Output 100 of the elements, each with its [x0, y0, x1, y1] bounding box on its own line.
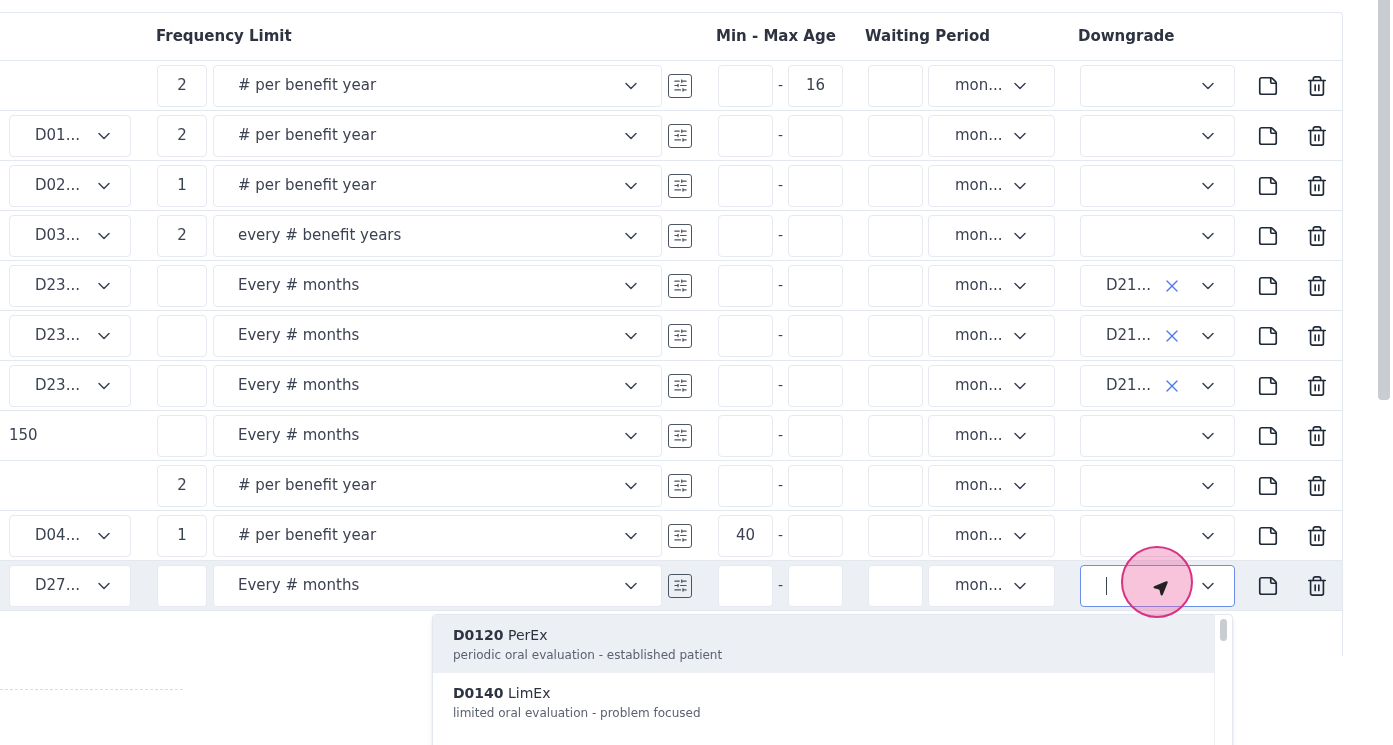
waiting-period-field[interactable]	[868, 464, 923, 507]
scrollbar-thumb[interactable]	[1378, 0, 1390, 400]
code-select[interactable]: D23...	[9, 264, 131, 307]
count-field[interactable]: 2	[157, 214, 207, 257]
count-field[interactable]	[157, 564, 207, 607]
frequency-select[interactable]: # per benefit year	[213, 114, 662, 157]
waiting-period-field[interactable]	[868, 314, 923, 357]
period-unit-select[interactable]: mon...	[928, 364, 1055, 407]
note-icon[interactable]	[1257, 474, 1279, 497]
min-age-field[interactable]	[718, 364, 773, 407]
note-icon[interactable]	[1257, 324, 1279, 347]
count-field[interactable]	[157, 314, 207, 357]
delete-icon[interactable]	[1306, 124, 1328, 147]
period-unit-select[interactable]: mon...	[928, 564, 1055, 607]
period-unit-select[interactable]: mon...	[928, 64, 1055, 107]
delete-icon[interactable]	[1306, 374, 1328, 397]
min-age-field[interactable]	[718, 464, 773, 507]
note-icon[interactable]	[1257, 124, 1279, 147]
frequency-select[interactable]: # per benefit year	[213, 514, 662, 557]
count-field[interactable]: 2	[157, 114, 207, 157]
max-age-field[interactable]	[788, 264, 843, 307]
period-unit-select[interactable]: mon...	[928, 214, 1055, 257]
count-field[interactable]	[157, 264, 207, 307]
downgrade-select[interactable]	[1080, 564, 1235, 607]
scrollbar-thumb[interactable]	[1220, 619, 1227, 641]
note-icon[interactable]	[1257, 524, 1279, 547]
settings-icon[interactable]	[668, 373, 692, 398]
max-age-field[interactable]	[788, 514, 843, 557]
count-field[interactable]: 1	[157, 514, 207, 557]
note-icon[interactable]	[1257, 574, 1279, 597]
settings-icon[interactable]	[668, 523, 692, 548]
code-select[interactable]: D27...	[9, 564, 131, 607]
frequency-select[interactable]: Every # months	[213, 264, 662, 307]
frequency-select[interactable]: Every # months	[213, 414, 662, 457]
frequency-select[interactable]: every # benefit years	[213, 214, 662, 257]
waiting-period-field[interactable]	[868, 214, 923, 257]
period-unit-select[interactable]: mon...	[928, 464, 1055, 507]
min-age-field[interactable]	[718, 64, 773, 107]
settings-icon[interactable]	[668, 423, 692, 448]
downgrade-select[interactable]: D21...	[1080, 364, 1235, 407]
note-icon[interactable]	[1257, 74, 1279, 97]
frequency-select[interactable]: Every # months	[213, 314, 662, 357]
waiting-period-field[interactable]	[868, 164, 923, 207]
waiting-period-field[interactable]	[868, 114, 923, 157]
waiting-period-field[interactable]	[868, 414, 923, 457]
code-select[interactable]: D04...	[9, 514, 131, 557]
code-select[interactable]: D23...	[9, 314, 131, 357]
delete-icon[interactable]	[1306, 424, 1328, 447]
note-icon[interactable]	[1257, 174, 1279, 197]
delete-icon[interactable]	[1306, 474, 1328, 497]
max-age-field[interactable]	[788, 314, 843, 357]
dropdown-option[interactable]: D0120 PerEx periodic oral evaluation - established patient	[433, 615, 1214, 673]
settings-icon[interactable]	[668, 123, 692, 148]
settings-icon[interactable]	[668, 573, 692, 598]
period-unit-select[interactable]: mon...	[928, 164, 1055, 207]
delete-icon[interactable]	[1306, 174, 1328, 197]
settings-icon[interactable]	[668, 73, 692, 98]
period-unit-select[interactable]: mon...	[928, 314, 1055, 357]
waiting-period-field[interactable]	[868, 514, 923, 557]
max-age-field[interactable]	[788, 414, 843, 457]
delete-icon[interactable]	[1306, 74, 1328, 97]
count-field[interactable]	[157, 414, 207, 457]
waiting-period-field[interactable]	[868, 264, 923, 307]
downgrade-select[interactable]: D21...	[1080, 264, 1235, 307]
max-age-field[interactable]	[788, 114, 843, 157]
note-icon[interactable]	[1257, 224, 1279, 247]
min-age-field[interactable]	[718, 114, 773, 157]
waiting-period-field[interactable]	[868, 364, 923, 407]
count-field[interactable]: 2	[157, 64, 207, 107]
min-age-field[interactable]	[718, 214, 773, 257]
max-age-field[interactable]	[788, 464, 843, 507]
period-unit-select[interactable]: mon...	[928, 264, 1055, 307]
settings-icon[interactable]	[668, 473, 692, 498]
waiting-period-field[interactable]	[868, 64, 923, 107]
count-field[interactable]: 1	[157, 164, 207, 207]
settings-icon[interactable]	[668, 323, 692, 348]
max-age-field[interactable]: 16	[788, 64, 843, 107]
code-select[interactable]: D03...	[9, 214, 131, 257]
max-age-field[interactable]	[788, 164, 843, 207]
min-age-field[interactable]	[718, 314, 773, 357]
frequency-select[interactable]: Every # months	[213, 364, 662, 407]
note-icon[interactable]	[1257, 274, 1279, 297]
code-select[interactable]: D01...	[9, 114, 131, 157]
note-icon[interactable]	[1257, 424, 1279, 447]
frequency-select[interactable]: Every # months	[213, 564, 662, 607]
delete-icon[interactable]	[1306, 274, 1328, 297]
max-age-field[interactable]	[788, 364, 843, 407]
min-age-field[interactable]	[718, 414, 773, 457]
period-unit-select[interactable]: mon...	[928, 114, 1055, 157]
delete-icon[interactable]	[1306, 324, 1328, 347]
min-age-field[interactable]	[718, 164, 773, 207]
max-age-field[interactable]	[788, 564, 843, 607]
delete-icon[interactable]	[1306, 224, 1328, 247]
min-age-field[interactable]: 40	[718, 514, 773, 557]
downgrade-select[interactable]: D21...	[1080, 314, 1235, 357]
delete-icon[interactable]	[1306, 524, 1328, 547]
count-field[interactable]: 2	[157, 464, 207, 507]
frequency-select[interactable]: # per benefit year	[213, 464, 662, 507]
settings-icon[interactable]	[668, 273, 692, 298]
note-icon[interactable]	[1257, 374, 1279, 397]
